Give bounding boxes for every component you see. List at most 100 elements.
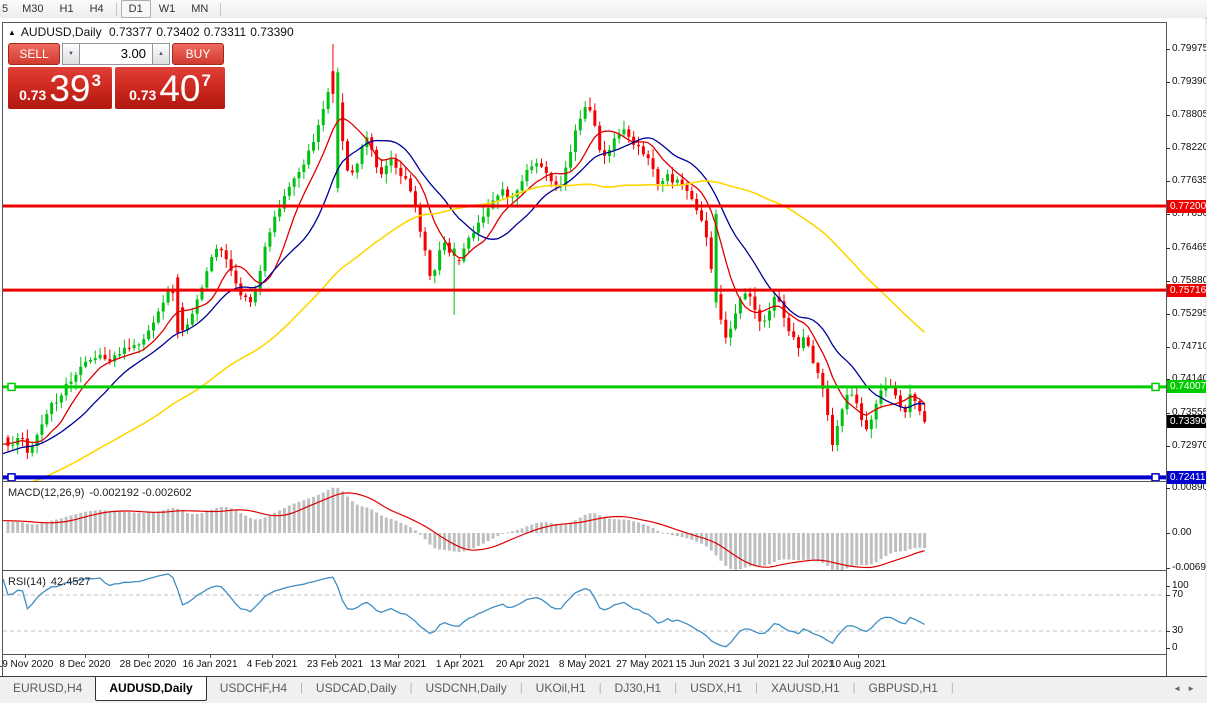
price-marker-tag: 0.77200: [1167, 200, 1206, 213]
candle-body: [215, 249, 218, 257]
candle-body: [443, 243, 446, 250]
macd-histogram-bar: [79, 513, 82, 533]
candle-body: [278, 209, 281, 217]
tab-gbpusd-h1[interactable]: GBPUSD,H1: [856, 677, 951, 699]
buy-button[interactable]: BUY: [172, 43, 224, 65]
candle-body: [40, 424, 43, 435]
candle-body: [327, 92, 330, 109]
price-axis-label: 0.79975: [1172, 43, 1206, 55]
timeframe-button-5[interactable]: 5: [0, 0, 14, 18]
candle-body: [816, 363, 819, 373]
candle-body: [356, 164, 359, 173]
candle-body: [724, 320, 727, 338]
timeframe-button-m30[interactable]: M30: [14, 0, 51, 18]
candle-body: [7, 437, 10, 445]
timeframe-button-d1[interactable]: D1: [121, 0, 151, 18]
buy-price-tile[interactable]: 0.73407: [115, 67, 225, 109]
candle-body: [613, 138, 616, 149]
macd-histogram-bar: [419, 533, 422, 535]
macd-histogram-bar: [836, 533, 839, 570]
tab-scroll-left-icon[interactable]: ◄: [1173, 684, 1187, 693]
macd-histogram-bar: [322, 492, 325, 533]
candle-body: [322, 109, 325, 125]
tab-dj30-h1[interactable]: DJ30,H1: [602, 677, 675, 699]
macd-histogram-bar: [16, 522, 19, 533]
tab-xauusd-h1[interactable]: XAUUSD,H1: [758, 677, 853, 699]
macd-axis-label: -0.006977: [1172, 562, 1206, 574]
macd-histogram-bar: [477, 533, 480, 546]
macd-histogram-bar: [889, 533, 892, 554]
macd-histogram-bar: [331, 488, 334, 533]
macd-histogram-bar: [443, 533, 446, 550]
date-tick: [85, 655, 86, 658]
candle-body: [244, 295, 247, 297]
sell-button[interactable]: SELL: [8, 43, 60, 65]
rsi-axis-label: 70: [1172, 589, 1206, 601]
candle-body: [744, 294, 747, 300]
tab-scroll-right-icon[interactable]: ►: [1187, 684, 1201, 693]
macd-histogram-bar: [569, 523, 572, 533]
macd-histogram-bar: [618, 519, 621, 533]
tab-ukoil-h1[interactable]: UKOil,H1: [523, 677, 599, 699]
macd-histogram-bar: [210, 510, 213, 533]
candle-body: [424, 232, 427, 251]
candle-body: [763, 320, 766, 321]
tab-usdcad-daily[interactable]: USDCAD,Daily: [303, 677, 410, 699]
timeframe-button-h4[interactable]: H4: [82, 0, 112, 18]
axis-tick-mark: [1166, 49, 1170, 50]
timeframe-button-w1[interactable]: W1: [151, 0, 184, 18]
macd-histogram-bar: [302, 500, 305, 533]
candle-body: [472, 233, 475, 238]
macd-histogram-bar: [899, 533, 902, 551]
macd-label: MACD(12,26,9)-0.002192 -0.002602: [8, 487, 192, 499]
line-handle: [1152, 383, 1159, 390]
date-axis: 19 Nov 20208 Dec 202028 Dec 202016 Jan 2…: [3, 655, 1166, 676]
rsi-line: [3, 574, 925, 647]
rsi-axis-label: 30: [1172, 625, 1206, 637]
sell-price-tile[interactable]: 0.73393: [8, 67, 112, 109]
macd-histogram-bar: [60, 518, 63, 533]
rsi-indicator-pane[interactable]: [3, 573, 1166, 654]
volume-stepper: ▼ 3.00 ▲: [62, 43, 170, 65]
macd-histogram-bar: [637, 522, 640, 533]
volume-decrease-icon[interactable]: ▼: [62, 43, 80, 65]
symbol-header: ▲AUDUSD,Daily 0.733770.734020.733110.733…: [8, 25, 298, 39]
macd-histogram-bar: [676, 533, 679, 536]
macd-histogram-bar: [31, 524, 34, 533]
tab-audusd-daily[interactable]: AUDUSD,Daily: [95, 677, 206, 701]
macd-histogram-bar: [361, 506, 364, 533]
tab-eurusd-h4[interactable]: EURUSD,H4: [0, 677, 95, 699]
candle-body: [462, 249, 465, 262]
collapse-panel-icon[interactable]: ▲: [8, 28, 16, 37]
candle-body: [787, 318, 790, 331]
macd-histogram-bar: [40, 523, 43, 533]
date-tick: [523, 655, 524, 658]
macd-histogram-bar: [36, 524, 39, 533]
candle-body: [918, 401, 921, 411]
main-macd-separator[interactable]: [2, 481, 1167, 482]
macd-histogram-bar: [831, 533, 834, 570]
tab-usdchf-h4[interactable]: USDCHF,H4: [207, 677, 300, 699]
timeframe-button-mn[interactable]: MN: [183, 0, 216, 18]
tab-usdx-h1[interactable]: USDX,H1: [677, 677, 755, 699]
price-marker-tag: 0.74007: [1167, 380, 1206, 393]
candle-body: [773, 297, 776, 311]
macd-histogram-bar: [516, 530, 519, 533]
candle-body: [104, 355, 107, 359]
macd-histogram-bar: [821, 533, 824, 563]
candle-body: [729, 329, 732, 338]
candle-body: [375, 150, 378, 167]
candle-body: [428, 250, 431, 275]
candle-body: [380, 167, 383, 174]
volume-increase-icon[interactable]: ▲: [152, 43, 170, 65]
volume-input[interactable]: 3.00: [80, 43, 152, 65]
macd-histogram-bar: [341, 491, 344, 533]
buy-price-point: 7: [201, 71, 210, 91]
axis-tick-mark: [1166, 446, 1170, 447]
macd-histogram-bar: [559, 525, 562, 533]
tab-usdcnh-daily[interactable]: USDCNH,Daily: [412, 677, 519, 699]
candle-body: [128, 348, 131, 349]
timeframe-button-h1[interactable]: H1: [52, 0, 82, 18]
macd-histogram-bar: [104, 510, 107, 533]
macd-histogram-bar: [74, 514, 77, 533]
